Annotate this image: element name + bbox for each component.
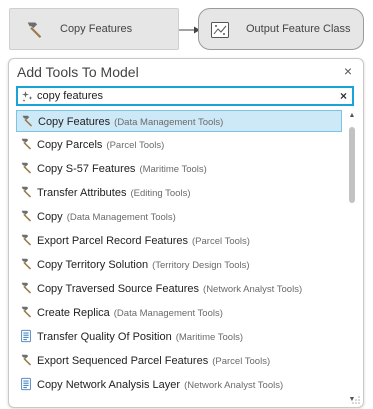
- result-tool-name: Create Replica: [37, 307, 110, 319]
- hammer-icon: [19, 281, 33, 295]
- result-toolbox: (Data Management Tools): [114, 117, 224, 128]
- search-box[interactable]: ×: [16, 86, 354, 106]
- result-toolbox: (Editing Tools): [130, 188, 191, 199]
- result-tool-name: Transfer Attributes: [37, 187, 127, 199]
- result-row[interactable]: Copy S-57 Features (Maritime Tools): [16, 158, 342, 180]
- result-row[interactable]: Copy Traversed Source Features (Network A…: [16, 278, 342, 300]
- result-row[interactable]: Copy Parcels (Parcel Tools): [16, 134, 342, 156]
- result-name: Copy Network Analysis Layer (Network Anal…: [37, 375, 283, 396]
- hammer-icon: [19, 161, 33, 175]
- result-name: Export Parcel Record Features (Parcel Too…: [37, 231, 250, 252]
- result-tool-name: Copy Traversed Source Features: [37, 283, 200, 295]
- hammer-icon: [19, 185, 33, 199]
- output-feature-class-node[interactable]: Output Feature Class: [198, 8, 364, 50]
- result-row[interactable]: Copy (Data Management Tools): [16, 206, 342, 228]
- result-toolbox: (Data Management Tools): [113, 308, 223, 319]
- script-icon: [19, 377, 33, 391]
- result-name: Copy Territory Solution (Territory Design…: [37, 255, 250, 276]
- result-name: Transfer Quality Of Position (Maritime To…: [37, 327, 243, 348]
- close-icon[interactable]: ×: [341, 63, 355, 79]
- result-row[interactable]: Create Replica (Data Management Tools): [16, 302, 342, 324]
- data-node-label: Output Feature Class: [246, 23, 351, 35]
- result-name: Export Sequenced Parcel Features (Parcel …: [37, 351, 270, 372]
- result-toolbox: (Data Management Tools): [66, 212, 176, 223]
- result-toolbox: (Parcel Tools): [106, 140, 165, 151]
- scroll-up-icon[interactable]: ▲: [348, 112, 356, 120]
- result-tool-name: Export Parcel Record Features: [37, 235, 189, 247]
- search-input[interactable]: [37, 89, 327, 103]
- result-row[interactable]: Copy Features (Data Management Tools): [16, 110, 342, 132]
- hammer-icon: [19, 257, 33, 271]
- hammer-icon: [19, 137, 33, 151]
- add-tools-panel: Add Tools To Model × × Copy Features(Dat…: [8, 58, 364, 408]
- hammer-icon: [19, 305, 33, 319]
- result-toolbox: (Territory Design Tools): [152, 260, 250, 271]
- copy-features-tool-node[interactable]: Copy Features: [9, 8, 179, 50]
- result-row[interactable]: Transfer Attributes (Editing Tools): [16, 182, 342, 204]
- result-name: Copy Parcels (Parcel Tools): [37, 135, 164, 156]
- tool-node-label: Copy Features: [60, 23, 133, 35]
- result-row[interactable]: Export Sequenced Parcel Features (Parcel …: [16, 350, 342, 372]
- clear-search-icon[interactable]: ×: [340, 89, 347, 103]
- scroll-thumb[interactable]: [349, 127, 355, 203]
- result-row[interactable]: Copy Territory Solution (Territory Design…: [16, 254, 342, 276]
- result-tool-name: Copy: [37, 211, 63, 223]
- result-name: Copy Traversed Source Features (Network A…: [37, 279, 302, 300]
- hammer-icon: [19, 353, 33, 367]
- results-list: Copy Features (Data Management Tools) Copy…: [16, 110, 345, 398]
- result-toolbox: (Network Analyst Tools): [184, 380, 284, 391]
- script-icon: [19, 329, 33, 343]
- result-tool-name: Copy Territory Solution: [37, 259, 149, 271]
- result-name: Copy (Data Management Tools): [37, 207, 176, 228]
- result-name: Copy S-57 Features (Maritime Tools): [37, 159, 207, 180]
- panel-title: Add Tools To Model: [17, 64, 139, 80]
- result-name: Create Replica (Data Management Tools): [37, 303, 223, 324]
- result-name: Copy Features (Data Management Tools): [38, 112, 223, 133]
- hammer-icon: [19, 209, 33, 223]
- result-toolbox: (Maritime Tools): [139, 164, 207, 175]
- result-tool-name: Copy S-57 Features: [37, 163, 136, 175]
- hammer-icon: [19, 233, 33, 247]
- result-row[interactable]: Copy Network Analysis Layer (Network Anal…: [16, 374, 342, 396]
- feature-class-icon: [211, 22, 229, 38]
- result-tool-name: Export Sequenced Parcel Features: [37, 355, 209, 367]
- result-tool-name: Copy Parcels: [37, 139, 103, 151]
- result-tool-name: Copy Features: [38, 116, 111, 128]
- result-row[interactable]: Export Parcel Record Features (Parcel Too…: [16, 230, 342, 252]
- resize-grip-icon[interactable]: [352, 396, 360, 404]
- result-row[interactable]: Transfer Quality Of Position (Maritime To…: [16, 326, 342, 348]
- result-toolbox: (Maritime Tools): [175, 332, 244, 343]
- sparkle-search-icon: [22, 91, 33, 102]
- result-toolbox: (Parcel Tools): [192, 236, 250, 247]
- results-scrollbar[interactable]: ▲ ▼: [347, 110, 357, 403]
- result-name: Transfer Attributes (Editing Tools): [37, 183, 191, 204]
- result-tool-name: Transfer Quality Of Position: [37, 331, 172, 343]
- hammer-icon: [20, 114, 34, 128]
- model-diagram: Copy Features Output Feature Class: [0, 0, 373, 58]
- result-toolbox: (Network Analyst Tools): [203, 284, 303, 295]
- result-tool-name: Copy Network Analysis Layer: [37, 379, 181, 391]
- result-toolbox: (Parcel Tools): [212, 356, 271, 367]
- hammer-icon: [24, 20, 44, 40]
